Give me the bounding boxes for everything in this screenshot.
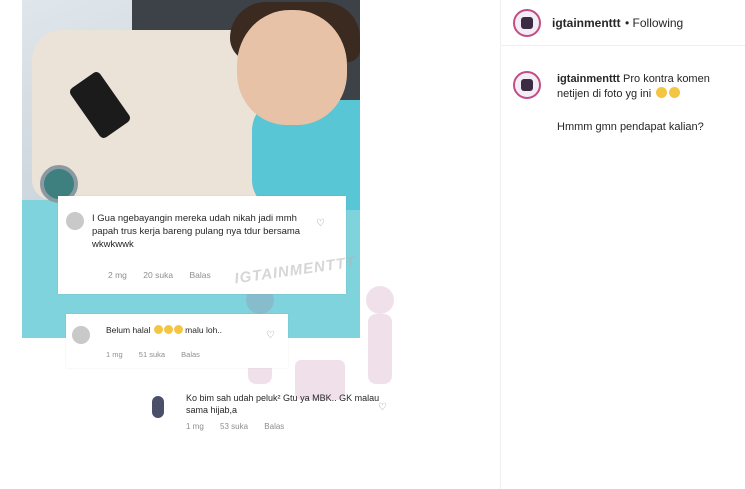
laughing-emoji-icon <box>163 325 173 334</box>
comment-meta: 1 mg 51 suka Balas <box>106 350 214 359</box>
laughing-emoji-icon <box>173 325 183 334</box>
laughing-emoji-icon <box>153 325 163 334</box>
caption: igtainmenttt Pro kontra komen netijen di… <box>557 72 733 102</box>
comment-time: 2 mg <box>108 270 127 280</box>
comment-text: Ko bim sah udah peluk² Gtu ya MBK.. GK m… <box>186 393 380 415</box>
heart-icon[interactable]: ♡ <box>316 218 325 229</box>
profile-avatar[interactable] <box>513 9 541 37</box>
watermark-figures-graphic <box>246 286 394 400</box>
logo-figure-icon <box>521 17 533 29</box>
comment-text-prefix: Belum halal <box>106 325 151 335</box>
post-image[interactable]: I Gua ngebayangin mereka udah nikah jadi… <box>0 0 500 489</box>
heart-icon[interactable]: ♡ <box>378 402 387 413</box>
commenter-avatar <box>152 396 164 418</box>
logo-figure-icon <box>521 79 533 91</box>
header-username[interactable]: igtainmenttt <box>552 16 621 30</box>
comment-text: Belum halal malu loh.. <box>106 324 281 336</box>
comment-likes[interactable]: 51 suka <box>139 350 165 359</box>
follow-status[interactable]: • Following <box>625 16 683 30</box>
comment-text: I Gua ngebayangin mereka udah nikah jadi… <box>92 213 301 250</box>
comment-likes[interactable]: 20 suka <box>143 270 173 280</box>
photo-face <box>237 10 347 125</box>
comment-card-1: I Gua ngebayangin mereka udah nikah jadi… <box>58 196 346 294</box>
caption-line-2: Hmmm gmn pendapat kalian? <box>557 121 704 133</box>
reply-button[interactable]: Balas <box>264 422 284 431</box>
caption-username[interactable]: igtainmenttt <box>557 73 620 85</box>
comment-time: 1 mg <box>106 350 123 359</box>
comment-meta: 2 mg 20 suka Balas <box>108 270 225 280</box>
comment-card-3: Ko bim sah udah peluk² Gtu ya MBK.. GK m… <box>146 390 396 436</box>
commenter-avatar <box>72 326 90 344</box>
post-sidebar: igtainmenttt • Following igtainmenttt Pr… <box>500 0 745 489</box>
reply-button[interactable]: Balas <box>181 350 200 359</box>
comment-likes[interactable]: 53 suka <box>220 422 248 431</box>
post-header: igtainmenttt • Following <box>501 0 745 46</box>
reply-button[interactable]: Balas <box>189 270 210 280</box>
caption-avatar[interactable] <box>513 71 541 99</box>
comment-time: 1 mg <box>186 422 204 431</box>
comment-text-suffix: malu loh.. <box>185 325 223 335</box>
thinking-emoji-icon <box>669 87 681 98</box>
thinking-emoji-icon <box>656 87 668 98</box>
commenter-avatar <box>66 212 84 230</box>
heart-icon[interactable]: ♡ <box>266 330 275 341</box>
comment-card-2: Belum halal malu loh.. ♡ 1 mg 51 suka Ba… <box>66 314 288 368</box>
comment-meta: 1 mg 53 suka Balas <box>186 422 298 431</box>
